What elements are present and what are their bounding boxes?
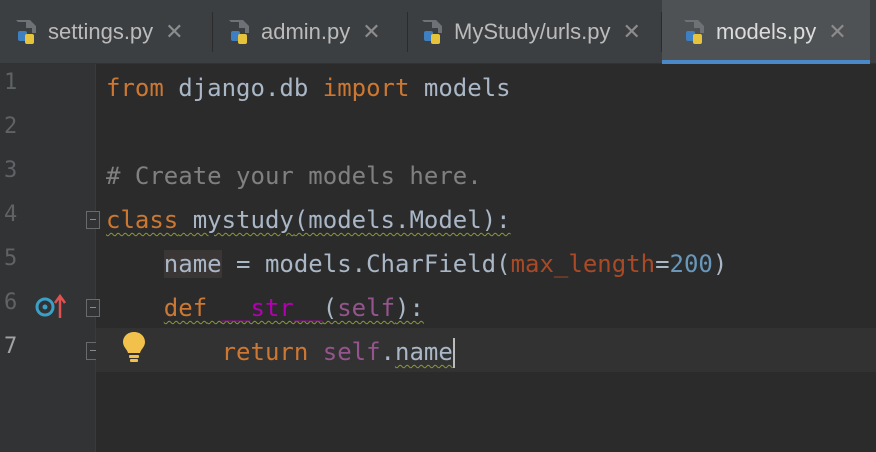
parameter-name: max_length (510, 250, 656, 278)
code-line-1[interactable]: from django.db import models (106, 66, 511, 110)
import-name: models (409, 74, 511, 102)
python-file-icon (14, 19, 40, 45)
line-number: 2 (4, 114, 18, 139)
line-number-current: 7 (4, 334, 18, 359)
python-file-icon (420, 19, 446, 45)
line-number: 5 (4, 246, 18, 271)
field-name: name (163, 250, 222, 278)
tab-mystudy-urls-py[interactable]: MyStudy/urls.py ✕ (408, 0, 661, 64)
fold-marker-icon[interactable] (86, 211, 100, 229)
line-number: 1 (4, 70, 18, 95)
line-number: 3 (4, 158, 18, 183)
keyword: import (322, 74, 410, 102)
code-line-7[interactable]: return self.name (106, 330, 455, 374)
assignment: = models.CharField( (221, 250, 511, 278)
code-line-5[interactable]: name = models.CharField(max_length=200) (106, 242, 727, 286)
fold-marker-icon[interactable] (86, 299, 100, 317)
attribute-name: name (395, 338, 453, 366)
tab-settings-py[interactable]: settings.py ✕ (0, 0, 212, 64)
keyword: def (163, 294, 208, 322)
code-line-6[interactable]: def __str__(self): (106, 286, 424, 330)
class-bases: (models.Model): (293, 206, 511, 234)
comment: # Create your models here. (106, 162, 482, 190)
close-icon[interactable]: ✕ (362, 21, 380, 43)
editor-tab-bar: settings.py ✕ admin.py ✕ MyStudy/urls.py… (0, 0, 876, 64)
tab-admin-py[interactable]: admin.py ✕ (213, 0, 407, 64)
tab-label: models.py (716, 19, 817, 44)
python-file-icon (227, 19, 253, 45)
self-param: self (337, 294, 396, 322)
line-number: 6 (4, 290, 18, 315)
python-file-icon (682, 19, 708, 45)
text-caret (452, 338, 455, 368)
close-icon[interactable]: ✕ (623, 21, 641, 43)
override-method-icon[interactable] (34, 292, 68, 320)
tab-label: settings.py (48, 19, 154, 44)
tab-label: MyStudy/urls.py (454, 19, 611, 44)
module-name: django.db (163, 74, 323, 102)
close-icon[interactable]: ✕ (828, 21, 846, 43)
method-name: __str__ (221, 294, 323, 322)
close-paren: ) (712, 250, 728, 278)
keyword: from (106, 74, 164, 102)
code-line-4[interactable]: class mystudy(models.Model): (106, 198, 511, 242)
close-icon[interactable]: ✕ (165, 21, 183, 43)
tab-label: admin.py (261, 19, 351, 44)
equals: = (655, 250, 670, 278)
tab-models-py[interactable]: models.py ✕ (662, 0, 870, 64)
keyword: class (106, 206, 179, 234)
keyword: return (221, 338, 309, 366)
class-name: mystudy (192, 206, 294, 234)
number-literal: 200 (669, 250, 713, 278)
close-paren: ): (395, 294, 424, 322)
open-paren: ( (322, 294, 338, 322)
self-ref: self (322, 338, 381, 366)
line-number: 4 (4, 202, 18, 227)
dot: . (380, 338, 395, 366)
code-line-3[interactable]: # Create your models here. (106, 154, 482, 198)
